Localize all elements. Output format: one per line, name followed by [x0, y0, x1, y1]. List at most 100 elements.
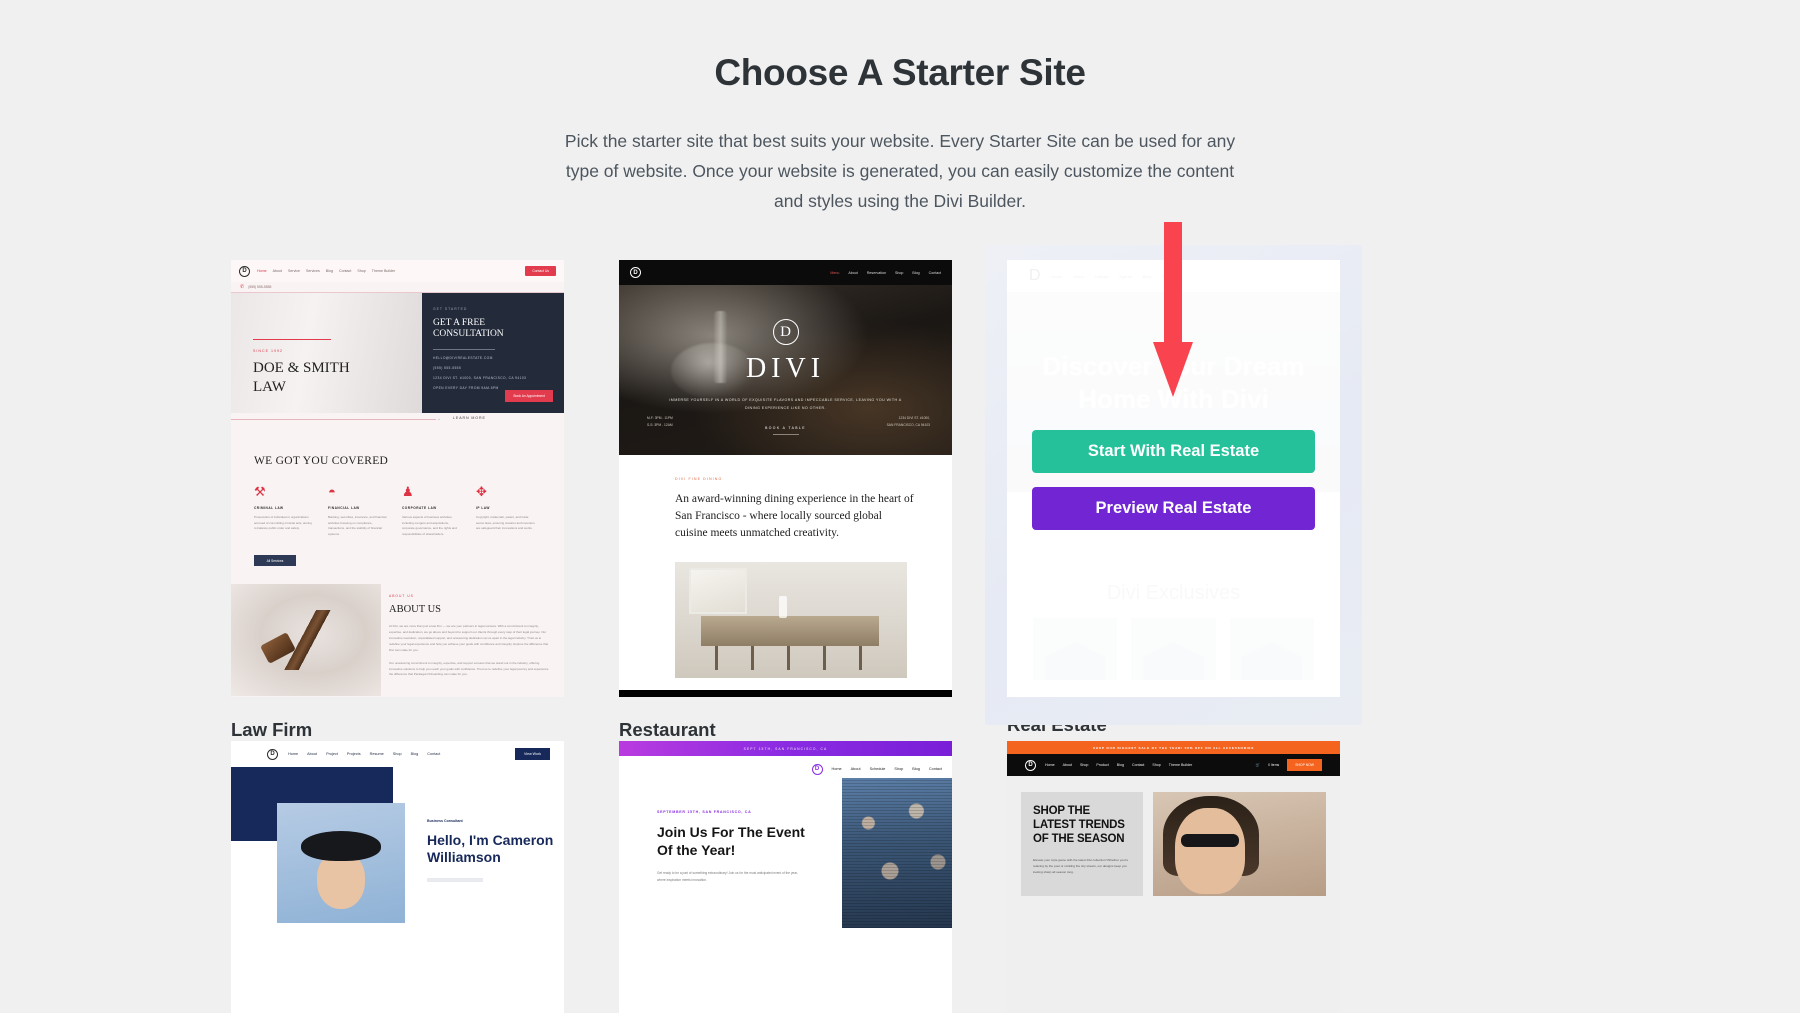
- ip-icon: ✥: [476, 484, 487, 500]
- mini-site-restaurant: D Menu About Reservation Shop Blog Conta…: [619, 260, 952, 698]
- nav-item: Services: [305, 269, 320, 274]
- thumbnail-restaurant[interactable]: D Menu About Reservation Shop Blog Conta…: [619, 260, 952, 698]
- mini-phone-bar: ✆ (555) 555-5555: [231, 282, 564, 294]
- divi-logo-icon: D: [630, 267, 641, 279]
- thumbnail-law-firm[interactable]: D Home About Service Services Blog Conta…: [231, 260, 564, 698]
- service-body: Banking, securities, insurance, and fina…: [328, 515, 387, 536]
- mini-body: DIVI FINE DINING An award-winning dining…: [619, 455, 952, 542]
- starter-site-grid: D Home About Service Services Blog Conta…: [231, 245, 1569, 1013]
- starter-site-chooser-page: Choose A Starter Site Pick the starter s…: [0, 0, 1800, 1013]
- mini-nav-items: Home About Shop Product Blog Contact Sho…: [1045, 763, 1192, 767]
- hover-action-buttons: Start With Real Estate Preview Real Esta…: [1032, 430, 1315, 531]
- starter-site-card-restaurant[interactable]: D Menu About Reservation Shop Blog Conta…: [619, 260, 952, 741]
- mini-hero-title: DIVI: [745, 353, 826, 385]
- nav-item: Contact: [928, 270, 941, 275]
- nav-item: Theme Builder: [371, 269, 396, 274]
- preview-real-estate-button[interactable]: Preview Real Estate: [1032, 487, 1315, 531]
- mini-hero-panel: SHOP THE LATEST TRENDS OF THE SEASON Ele…: [1021, 792, 1143, 897]
- thumbnail-shop[interactable]: SHOP OUR BIGGEST SALE OF THE YEAR! 50% O…: [1007, 741, 1340, 1013]
- book-table-label: BOOK A TABLE: [765, 426, 806, 431]
- nav-item: Blog: [912, 270, 920, 275]
- panel-line: (555) 555-5555: [433, 365, 462, 370]
- placeholder-line: [427, 878, 483, 883]
- panel-button: Book An Appointment: [505, 390, 553, 403]
- nav-item: About: [848, 270, 858, 275]
- nav-item: Shop: [357, 269, 366, 274]
- mini-top-bar: SHOP OUR BIGGEST SALE OF THE YEAR! 50% O…: [1007, 741, 1340, 755]
- starter-site-card-consultant[interactable]: D Home About Project Projects Resume Sho…: [231, 741, 564, 1013]
- nav-item: Shop: [1080, 763, 1089, 768]
- hours-line: M-F: 3PM - 11PM: [647, 415, 673, 420]
- service-body: Prosecution of individual or organizatio…: [254, 515, 312, 531]
- thumbnail-event[interactable]: SEPT 15TH, SAN FRANCISCO, CA D Home Abou…: [619, 741, 952, 1013]
- window-shape: [689, 567, 747, 614]
- gavel-photo: [231, 584, 381, 697]
- nav-item: Project: [326, 752, 338, 757]
- nav-item: Resume: [369, 752, 384, 757]
- mini-consult-panel: GET STARTED GET A FREE CONSULTATION HELL…: [422, 293, 564, 414]
- panel-kicker: GET STARTED: [433, 307, 468, 312]
- mini-hero-left: SINCE 1992 DOE & SMITH LAW: [231, 293, 422, 414]
- service-title: CRIMINAL LAW: [254, 506, 284, 511]
- phone-icon: ✆: [240, 284, 245, 291]
- mini-hero-body: Elevate your style game with the latest …: [1033, 857, 1129, 875]
- mini-body: SHOP THE LATEST TRENDS OF THE SEASON Ele…: [1007, 776, 1340, 897]
- starter-site-card-event[interactable]: SEPT 15TH, SAN FRANCISCO, CA D Home Abou…: [619, 741, 952, 1013]
- starter-site-card-law-firm[interactable]: D Home About Service Services Blog Conta…: [231, 260, 564, 741]
- mini-phone-number: (555) 555-5555: [248, 285, 272, 290]
- all-services-button: All Services: [254, 555, 296, 567]
- gavel-icon: ⚒: [254, 484, 266, 500]
- nav-item: Blog: [325, 269, 333, 274]
- mini-hero: SINCE 1992 DOE & SMITH LAW GET STARTED G…: [231, 293, 564, 414]
- mini-hero-title: Hello, I'm Cameron Williamson: [427, 832, 554, 866]
- thumbnail-consultant[interactable]: D Home About Project Projects Resume Sho…: [231, 741, 564, 1013]
- briefcase-user-icon: ♟: [402, 484, 414, 500]
- about-title: ABOUT US: [389, 604, 442, 616]
- nav-item: Blog: [912, 767, 920, 772]
- mini-site-consultant: D Home About Project Projects Resume Sho…: [231, 741, 564, 1013]
- mini-section-title: WE GOT YOU COVERED: [254, 455, 389, 468]
- mini-body: SEPTEMBER 15TH, SAN FRANCISCO, CA Join U…: [619, 778, 952, 929]
- mini-hero-subtitle: IMMERSE YOURSELF IN A WORLD OF EXQUISITE…: [669, 398, 902, 410]
- nav-item: Product: [1096, 763, 1109, 768]
- mini-hero-title: DOE & SMITH LAW: [253, 360, 350, 395]
- mini-nav-items: Home About Service Services Blog Contact…: [257, 269, 395, 273]
- mini-nav-items: Home About Project Projects Resume Shop …: [288, 752, 440, 756]
- mini-service-columns: ⚒ CRIMINAL LAW Prosecution of individual…: [254, 485, 564, 537]
- mini-kicker: Business Consultant: [427, 819, 463, 824]
- face-shape: [317, 853, 365, 910]
- nav-item: Blog: [1116, 763, 1124, 768]
- mini-hours: M-F: 3PM - 11PM S-S: 3PM - 12AM: [647, 415, 673, 430]
- mini-hero-title: SHOP THE LATEST TRENDS OF THE SEASON: [1033, 805, 1125, 845]
- page-title: Choose A Starter Site: [714, 52, 1086, 93]
- service-body: Various aspects of business activities, …: [402, 515, 457, 536]
- mini-site-event: SEPT 15TH, SAN FRANCISCO, CA D Home Abou…: [619, 741, 952, 1013]
- annotation-arrow-down-icon: [1153, 222, 1193, 397]
- nav-item: Home: [1045, 763, 1055, 768]
- mini-hero: D DIVI IMMERSE YOURSELF IN A WORLD OF EX…: [619, 285, 952, 456]
- mini-top-bar: SEPT 15TH, SAN FRANCISCO, CA: [619, 741, 952, 757]
- sunglasses-shape: [1181, 834, 1239, 848]
- nav-item: Home: [288, 752, 299, 757]
- starter-site-card-shop[interactable]: SHOP OUR BIGGEST SALE OF THE YEAR! 50% O…: [1007, 741, 1340, 1013]
- table-shape: [701, 615, 879, 670]
- service-column: ⚒ CRIMINAL LAW Prosecution of individual…: [254, 485, 314, 537]
- start-with-real-estate-button[interactable]: Start With Real Estate: [1032, 430, 1315, 474]
- panel-divider: [433, 349, 495, 350]
- divi-logo-icon: D: [772, 319, 799, 346]
- divi-logo-icon: D: [811, 763, 823, 775]
- mini-nav: D Home About Service Services Blog Conta…: [231, 260, 564, 283]
- mid-rule-line: [231, 419, 436, 421]
- nav-item: Home: [831, 767, 842, 772]
- view-work-button: View Work: [514, 748, 550, 761]
- about-paragraph: Our unwavering commitment to integrity, …: [389, 660, 549, 677]
- mini-hero-kicker: SINCE 1992: [253, 349, 283, 354]
- accent-rule: [253, 339, 331, 341]
- nav-item: Menu: [830, 270, 840, 275]
- gavel-shape-icon: [261, 610, 349, 671]
- nav-item: Blog: [410, 752, 419, 757]
- underline: [772, 434, 799, 436]
- nav-item: About: [307, 752, 318, 757]
- cart-icon: 🛒: [1255, 763, 1261, 768]
- divi-logo-icon: D: [239, 265, 250, 277]
